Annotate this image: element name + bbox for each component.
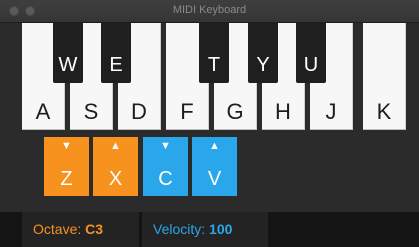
triangle-up-icon: ▲	[110, 140, 121, 152]
key-label: A	[35, 99, 51, 124]
velocity-up-button[interactable]: ▲ V	[192, 137, 237, 196]
control-key-label: V	[207, 168, 222, 190]
key-label: Y	[256, 54, 270, 76]
key-label: U	[303, 54, 319, 76]
white-key-k[interactable]: K	[363, 23, 406, 130]
triangle-down-icon: ▼	[61, 140, 72, 152]
black-key-e[interactable]: E	[101, 23, 131, 83]
key-label: H	[275, 99, 291, 124]
key-label: S	[83, 99, 99, 124]
key-label: G	[226, 99, 244, 124]
control-key-label: Z	[60, 168, 73, 190]
key-label: D	[131, 99, 147, 124]
title-bar: MIDI Keyboard	[0, 0, 419, 23]
octave-up-button[interactable]: ▲ X	[93, 137, 138, 196]
black-key-u[interactable]: U	[296, 23, 326, 83]
key-label: J	[325, 99, 337, 124]
status-bar: Octave: C3 Velocity: 100	[0, 212, 419, 247]
window-title: MIDI Keyboard	[172, 4, 247, 16]
octave-value: C3	[85, 221, 104, 237]
triangle-down-icon: ▼	[160, 140, 171, 152]
velocity-status: Velocity: 100	[142, 212, 268, 247]
piano-keyboard: A S D F G H J K W E T Y U	[22, 23, 412, 131]
velocity-value: 100	[209, 221, 233, 237]
black-key-w[interactable]: W	[53, 23, 83, 83]
key-label: W	[58, 54, 78, 76]
octave-down-button[interactable]: ▼ Z	[44, 137, 89, 196]
octave-label: Octave:	[33, 221, 82, 237]
octave-status: Octave: C3	[22, 212, 139, 247]
key-label: E	[109, 54, 123, 76]
black-key-y[interactable]: Y	[248, 23, 278, 83]
key-label: T	[207, 54, 221, 76]
black-key-t[interactable]: T	[199, 23, 229, 83]
control-key-label: X	[108, 168, 123, 190]
key-label: F	[180, 99, 194, 124]
velocity-down-button[interactable]: ▼ C	[143, 137, 188, 196]
velocity-label: Velocity:	[153, 221, 206, 237]
key-label: K	[376, 99, 392, 124]
triangle-up-icon: ▲	[209, 140, 220, 152]
control-key-label: C	[158, 168, 173, 190]
